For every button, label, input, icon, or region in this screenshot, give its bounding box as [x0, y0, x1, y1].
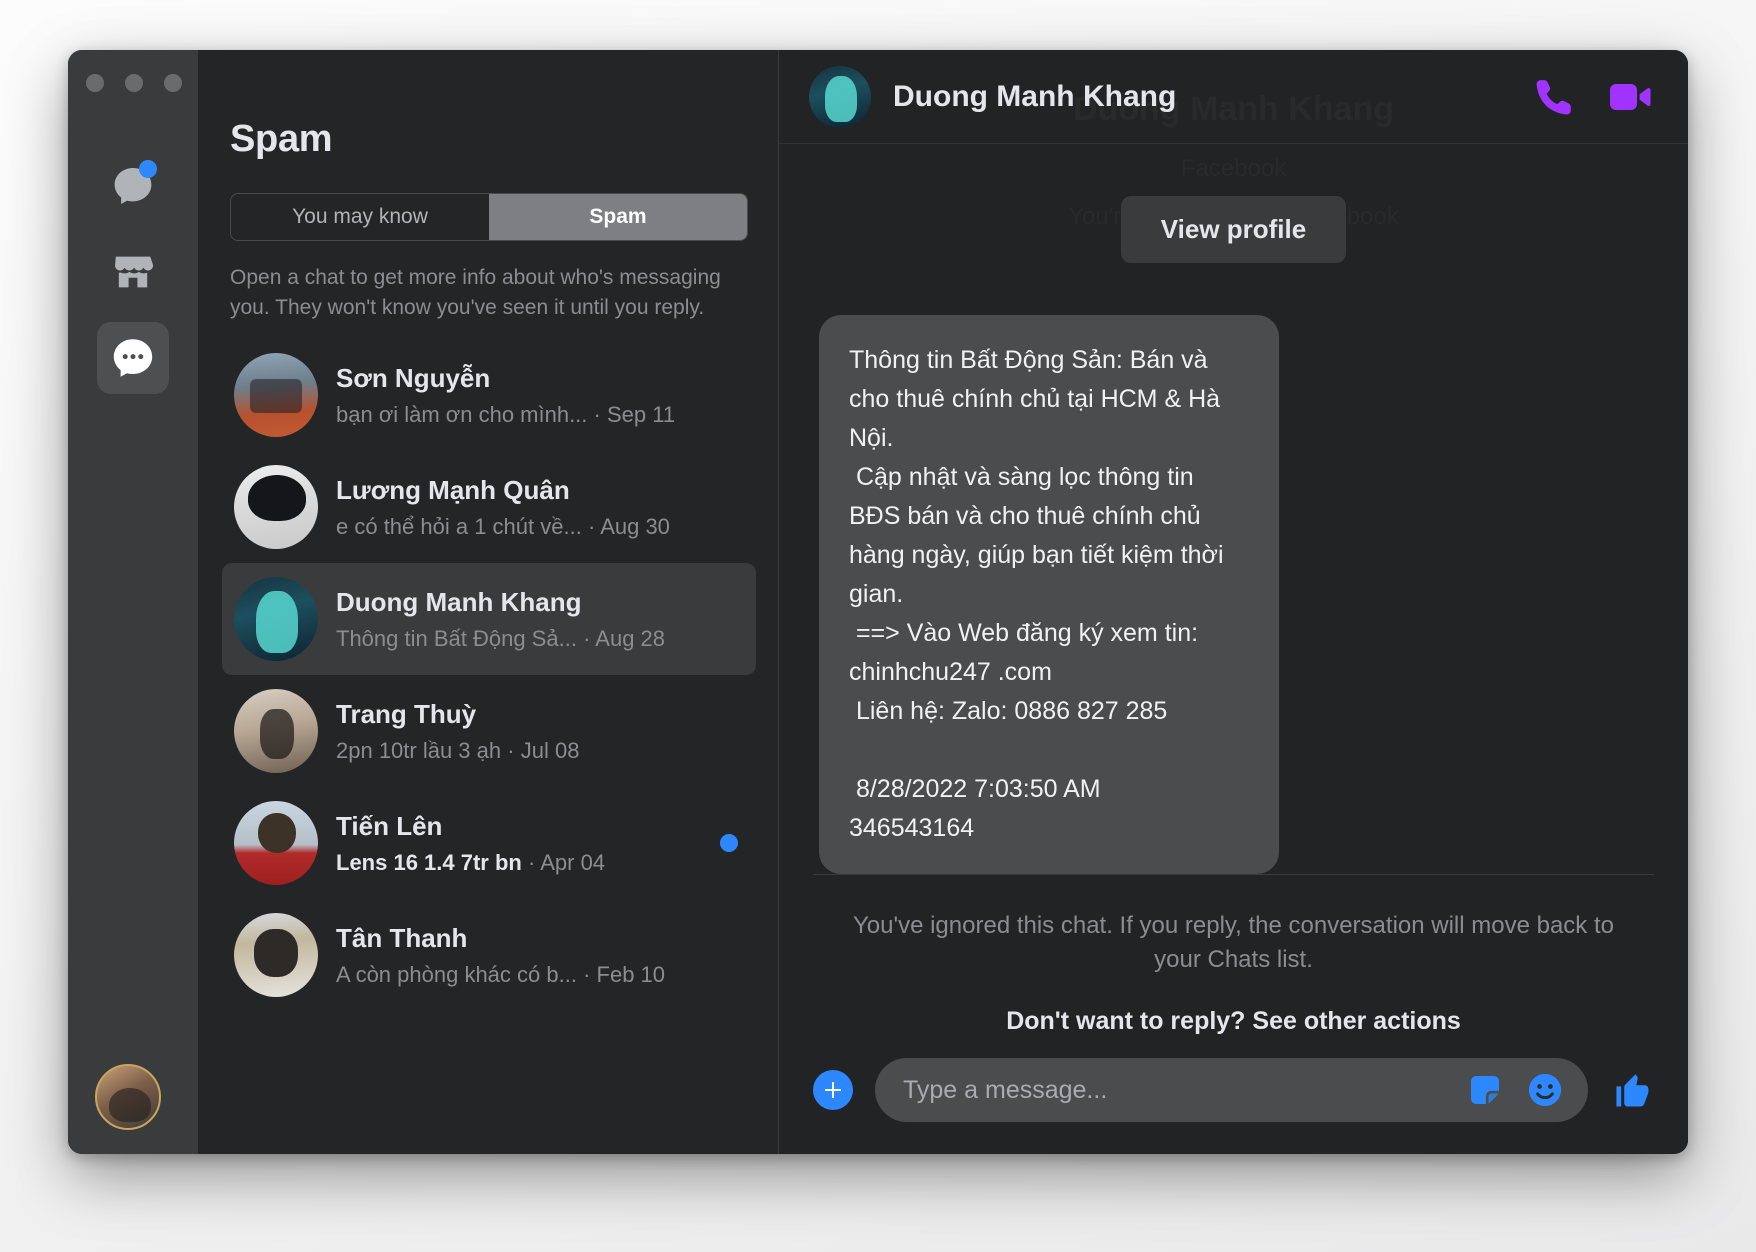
list-item-name: Tiến Lên	[336, 810, 443, 841]
avatar	[234, 801, 318, 885]
emoji-icon[interactable]	[1524, 1069, 1566, 1111]
list-item[interactable]: Tân Thanh A còn phòng khác có b... · Feb…	[222, 899, 756, 1011]
list-item-selected[interactable]: Duong Manh Khang Thông tin Bất Động Sả..…	[222, 563, 756, 675]
preview-separator: ·	[583, 625, 591, 651]
conversation-title: Duong Manh Khang	[893, 79, 1177, 113]
message-requests-dots-icon	[113, 339, 153, 377]
avatar	[234, 577, 318, 661]
list-item-name: Tân Thanh	[336, 922, 468, 953]
list-item[interactable]: Sơn Nguyễn bạn ơi làm ơn cho mình... · S…	[222, 339, 756, 451]
tab-you-may-know[interactable]: You may know	[231, 194, 489, 240]
list-item-meta: Trang Thuỳ 2pn 10tr lầu 3 ạh · Jul 08	[336, 699, 744, 764]
avatar	[234, 689, 318, 773]
list-item-preview: Lens 16 1.4 7tr bn · Apr 04	[336, 850, 702, 876]
thumbs-up-icon	[1616, 1074, 1649, 1107]
minimize-window-button[interactable]	[125, 74, 143, 92]
chat-list: Sơn Nguyễn bạn ơi làm ơn cho mình... · S…	[198, 339, 778, 1011]
list-item-meta: Tiến Lên Lens 16 1.4 7tr bn · Apr 04	[336, 811, 702, 876]
preview-separator: ·	[593, 401, 601, 427]
view-profile-row: View profile	[779, 196, 1688, 263]
requests-list-pane: Spam You may know Spam Open a chat to ge…	[198, 50, 778, 1154]
message-input-wrapper[interactable]: Type a message...	[875, 1058, 1588, 1122]
list-item[interactable]: Trang Thuỳ 2pn 10tr lầu 3 ạh · Jul 08	[222, 675, 756, 787]
preview-text: e có thể hỏi a 1 chút về...	[336, 513, 582, 539]
phone-icon[interactable]	[1532, 75, 1576, 119]
sidebar-item-marketplace[interactable]	[97, 236, 169, 308]
list-item-preview: Thông tin Bất Động Sả... · Aug 28	[336, 626, 744, 652]
tab-spam[interactable]: Spam	[489, 194, 747, 240]
list-item-name: Sơn Nguyễn	[336, 362, 491, 393]
sidebar-item-message-requests[interactable]	[97, 322, 169, 394]
preview-text: Thông tin Bất Động Sả...	[336, 625, 577, 651]
list-item-meta: Lương Mạnh Quân e có thể hỏi a 1 chút về…	[336, 475, 744, 540]
list-item-meta: Tân Thanh A còn phòng khác có b... · Feb…	[336, 923, 744, 988]
message-composer: Type a message...	[779, 1036, 1688, 1154]
watermark-network: Facebook	[1180, 155, 1287, 182]
list-item-preview: 2pn 10tr lầu 3 ạh · Jul 08	[336, 738, 744, 764]
avatar	[234, 913, 318, 997]
conversation-avatar[interactable]	[809, 65, 871, 128]
avatar	[234, 465, 318, 549]
list-item-preview: bạn ơi làm ơn cho mình... · Sep 11	[336, 402, 744, 428]
list-item-preview: e có thể hỏi a 1 chút về... · Aug 30	[336, 514, 744, 540]
preview-date: Feb 10	[596, 961, 666, 987]
window-traffic-lights[interactable]	[86, 74, 182, 92]
chats-unread-badge	[139, 160, 157, 178]
message-input[interactable]: Type a message...	[903, 1076, 1446, 1105]
see-other-actions-link[interactable]: Don't want to reply? See other actions	[843, 1007, 1624, 1036]
preview-date: Jul 08	[520, 737, 580, 763]
rail-icon-group	[68, 150, 198, 394]
preview-date: Aug 28	[595, 625, 666, 651]
sidebar-item-chats[interactable]	[97, 150, 169, 222]
list-item[interactable]: Lương Mạnh Quân e có thể hỏi a 1 chút về…	[222, 451, 756, 563]
conversation-header: Duong Manh Khang	[779, 50, 1688, 144]
marketplace-storefront-icon	[115, 256, 154, 288]
video-camera-icon[interactable]	[1606, 73, 1654, 121]
plus-icon	[825, 1082, 841, 1098]
list-item-name: Duong Manh Khang	[336, 586, 582, 617]
list-item-preview: A còn phòng khác có b... · Feb 10	[336, 962, 744, 988]
conversation-header-actions	[1532, 73, 1654, 121]
preview-date: Sep 11	[607, 401, 676, 427]
zoom-window-button[interactable]	[164, 74, 182, 92]
ignored-chat-notice: You've ignored this chat. If you reply, …	[853, 912, 1614, 973]
message-area: Thông tin Bất Động Sản: Bán và cho thuê …	[779, 263, 1688, 874]
sticker-icon[interactable]	[1464, 1069, 1506, 1111]
list-item-name: Lương Mạnh Quân	[336, 474, 570, 505]
ignored-chat-notice-area: You've ignored this chat. If you reply, …	[813, 874, 1654, 1036]
list-item-meta: Duong Manh Khang Thông tin Bất Động Sả..…	[336, 587, 744, 652]
list-item-name: Trang Thuỳ	[336, 698, 477, 729]
list-bottom-fade	[198, 1128, 778, 1154]
preview-text: Lens 16 1.4 7tr bn	[336, 849, 522, 875]
send-like-button[interactable]	[1610, 1068, 1654, 1112]
page-title: Spam	[230, 118, 333, 160]
preview-separator: ·	[507, 737, 515, 763]
add-attachment-button[interactable]	[813, 1070, 853, 1110]
preview-text: A còn phòng khác có b...	[336, 961, 577, 987]
message-bubble: Thông tin Bất Động Sản: Bán và cho thuê …	[819, 315, 1279, 874]
desktop-background: Spam You may know Spam Open a chat to ge…	[0, 0, 1756, 1252]
unread-indicator-dot	[720, 834, 738, 852]
view-profile-button[interactable]: View profile	[1120, 196, 1347, 263]
preview-separator: ·	[583, 961, 591, 987]
requests-note: Open a chat to get more info about who's…	[230, 266, 721, 319]
list-item-meta: Sơn Nguyễn bạn ơi làm ơn cho mình... · S…	[336, 363, 744, 428]
messenger-window: Spam You may know Spam Open a chat to ge…	[68, 50, 1688, 1154]
close-window-button[interactable]	[86, 74, 104, 92]
preview-separator: ·	[527, 849, 536, 875]
avatar	[234, 353, 318, 437]
preview-text: 2pn 10tr lầu 3 ạh	[336, 737, 502, 763]
requests-tab-group: You may know Spam	[230, 193, 748, 241]
conversation-pane: Duong Manh Khang Facebook You're not fri…	[778, 50, 1688, 1154]
list-item[interactable]: Tiến Lên Lens 16 1.4 7tr bn · Apr 04	[222, 787, 756, 899]
preview-separator: ·	[587, 513, 596, 539]
preview-text: bạn ơi làm ơn cho mình...	[336, 401, 588, 427]
account-avatar[interactable]	[95, 1064, 161, 1130]
left-rail	[68, 50, 198, 1154]
preview-date: Aug 30	[600, 513, 670, 539]
preview-date: Apr 04	[540, 849, 606, 875]
